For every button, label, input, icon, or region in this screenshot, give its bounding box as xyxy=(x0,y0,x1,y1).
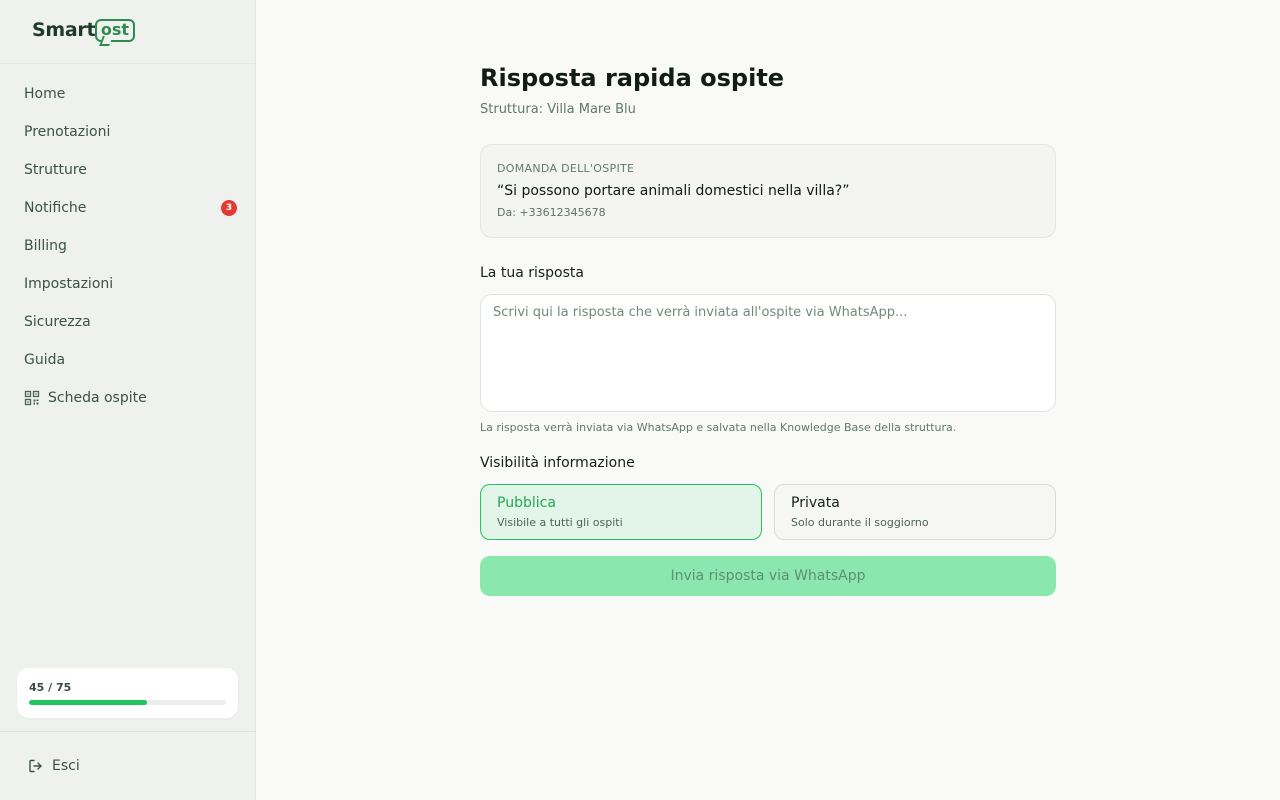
chat-bubble-logo: ost xyxy=(95,19,135,42)
logout-button[interactable]: Esci xyxy=(28,756,80,776)
sidebar-item-impostazioni[interactable]: Impostazioni xyxy=(0,265,256,303)
reply-hint: La risposta verrà inviata via WhatsApp e… xyxy=(480,421,957,434)
question-sender: Da: +33612345678 xyxy=(497,206,606,219)
usage-progress-bar xyxy=(29,700,226,705)
usage-progress-fill xyxy=(29,700,148,705)
question-label: DOMANDA DELL'OSPITE xyxy=(497,162,635,175)
sidebar-item-label: Guida xyxy=(24,352,66,368)
brand-logo[interactable]: Smart ost xyxy=(0,0,255,64)
visibility-option-title: Privata xyxy=(791,495,840,511)
visibility-option-description: Visibile a tutti gli ospiti xyxy=(497,516,623,529)
sidebar-item-label: Notifiche xyxy=(24,200,87,216)
sidebar-item-billing[interactable]: Billing xyxy=(0,227,256,265)
visibility-option-title: Pubblica xyxy=(497,495,556,511)
visibility-option-description: Solo durante il soggiorno xyxy=(791,516,929,529)
sidebar-item-scheda-ospite[interactable]: Scheda ospite xyxy=(0,379,256,417)
sidebar-item-home[interactable]: Home xyxy=(0,75,256,113)
usage-count: 45 / 75 xyxy=(29,681,72,694)
brand-name: Smart xyxy=(32,19,96,41)
logout-icon xyxy=(28,758,44,774)
reply-label: La tua risposta xyxy=(480,265,584,281)
sidebar-nav: Home Prenotazioni Strutture Notifiche 3 … xyxy=(0,75,256,417)
page-title: Risposta rapida ospite xyxy=(480,64,785,92)
sidebar-item-label: Impostazioni xyxy=(24,276,114,292)
guest-question-card: DOMANDA DELL'OSPITE “Si possono portare … xyxy=(480,144,1056,238)
sidebar-divider xyxy=(0,731,256,732)
sidebar-item-sicurezza[interactable]: Sicurezza xyxy=(0,303,256,341)
question-text: “Si possono portare animali domestici ne… xyxy=(497,183,850,199)
visibility-option-private[interactable]: Privata Solo durante il soggiorno xyxy=(774,484,1056,540)
sidebar-item-label: Scheda ospite xyxy=(48,390,147,406)
sidebar-item-prenotazioni[interactable]: Prenotazioni xyxy=(0,113,256,151)
sidebar-item-label: Billing xyxy=(24,238,67,254)
sidebar-item-notifiche[interactable]: Notifiche 3 xyxy=(0,189,256,227)
sidebar-item-guida[interactable]: Guida xyxy=(0,341,256,379)
sidebar-item-label: Sicurezza xyxy=(24,314,91,330)
sidebar-item-strutture[interactable]: Strutture xyxy=(0,151,256,189)
logout-label: Esci xyxy=(52,758,80,774)
sidebar-item-label: Home xyxy=(24,86,66,102)
visibility-label: Visibilità informazione xyxy=(480,455,635,471)
reply-textarea[interactable] xyxy=(480,294,1056,412)
property-subtitle: Struttura: Villa Mare Blu xyxy=(480,102,636,117)
send-whatsapp-button[interactable]: Invia risposta via WhatsApp xyxy=(480,556,1056,596)
visibility-option-public[interactable]: Pubblica Visibile a tutti gli ospiti xyxy=(480,484,762,540)
sidebar-item-label: Strutture xyxy=(24,162,87,178)
notification-count-badge: 3 xyxy=(221,200,237,216)
qr-code-icon xyxy=(24,390,40,406)
sidebar: Smart ost Home Prenotazioni Strutture No… xyxy=(0,0,256,800)
usage-card: 45 / 75 xyxy=(17,668,238,718)
sidebar-item-label: Prenotazioni xyxy=(24,124,111,140)
